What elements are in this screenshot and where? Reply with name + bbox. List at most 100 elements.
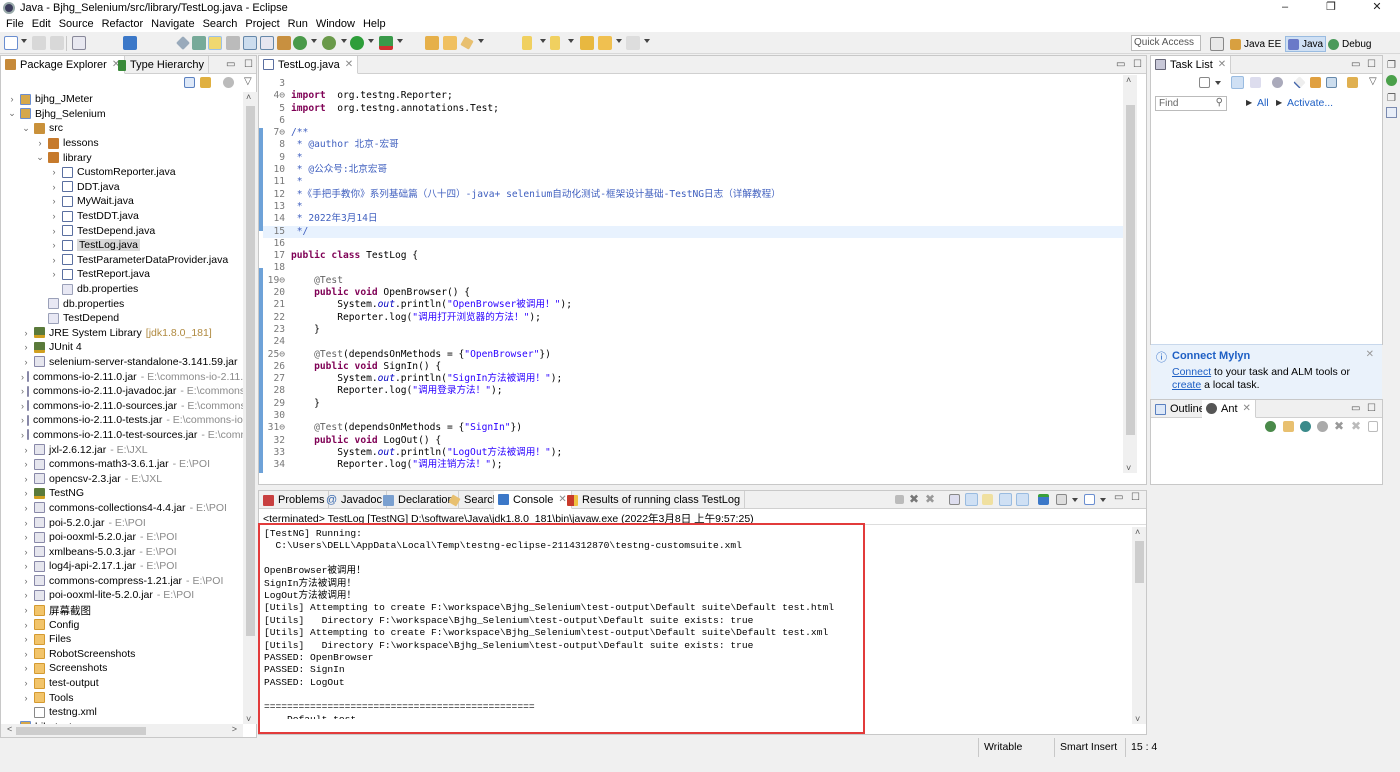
tree-item[interactable]: › jxl-2.6.12.jar - E:\JXL — [1, 442, 243, 457]
tab-console[interactable]: Console ✕ — [494, 491, 572, 509]
focus-on-task-icon[interactable] — [223, 77, 234, 88]
tree-item[interactable]: › RobotScreenshots — [1, 647, 243, 662]
code-line[interactable]: 11 * — [263, 176, 1131, 188]
code-line[interactable]: 12 *《手把手教你》系列基础篇（八十四）-java+ selenium自动化测… — [263, 189, 1131, 201]
new-dropdown-icon[interactable] — [21, 39, 27, 43]
view-menu-icon[interactable]: ▽ — [1369, 76, 1377, 87]
menu-refactor[interactable]: Refactor — [102, 18, 144, 30]
tree-item[interactable]: › opencsv-2.3.jar - E:\JXL — [1, 471, 243, 486]
code-line[interactable]: 13 * — [263, 201, 1131, 213]
restore-icon[interactable]: ❐ — [1387, 60, 1396, 71]
code-line[interactable]: 33 System.out.println("LogOut方法被调用！"); — [263, 447, 1131, 459]
connect-icon[interactable] — [1386, 75, 1397, 86]
restore-button[interactable]: ❐ — [1308, 0, 1354, 16]
tree-item[interactable]: › 屏幕截图 — [1, 603, 243, 618]
code-line[interactable]: 26 public void SignIn() { — [263, 361, 1131, 373]
console-output[interactable]: [TestNG] Running: C:\Users\DELL\AppData\… — [264, 528, 1126, 719]
activate-link[interactable]: Activate... — [1287, 97, 1333, 109]
open-folder-icon[interactable] — [443, 36, 457, 50]
chevron-right-icon[interactable]: › — [49, 269, 59, 279]
minimize-icon[interactable]: ▭ — [1114, 492, 1123, 503]
chevron-right-icon[interactable]: › — [21, 693, 31, 703]
view-menu-icon[interactable]: ▽ — [244, 76, 252, 87]
code-line[interactable]: 28 Reporter.log("调用登录方法！"); — [263, 385, 1131, 397]
chevron-right-icon[interactable]: › — [49, 226, 59, 236]
minimize-icon[interactable]: ▭ — [1116, 59, 1125, 70]
create-link[interactable]: create — [1172, 379, 1201, 391]
tree-item[interactable]: › log4j-api-2.17.1.jar - E:\POI — [1, 559, 243, 574]
collapse-all-icon[interactable] — [184, 77, 195, 88]
hide-completed-icon[interactable] — [1293, 76, 1306, 89]
tree-item[interactable]: › commons-io-2.11.0-sources.jar - E:\commo… — [1, 398, 243, 413]
external-tools-icon[interactable] — [379, 36, 393, 50]
tree-item[interactable]: › Tools — [1, 690, 243, 705]
code-line[interactable]: 18 — [263, 262, 1131, 274]
code-line[interactable]: 15 */ — [263, 225, 1131, 238]
chevron-right-icon[interactable]: › — [21, 547, 31, 557]
chevron-right-icon[interactable]: › — [49, 196, 59, 206]
tree-item[interactable]: › TestReport.java — [1, 267, 243, 282]
tree-item[interactable]: › JUnit 4 — [1, 340, 243, 355]
remove-icon[interactable]: ✖ — [1334, 419, 1344, 433]
connect-link[interactable]: Connect — [1172, 366, 1211, 378]
display-console-icon[interactable] — [1056, 494, 1067, 505]
open-project-icon[interactable] — [425, 36, 439, 50]
tab-ant[interactable]: Ant ✕ — [1202, 400, 1256, 418]
chevron-right-icon[interactable]: › — [21, 372, 24, 382]
pin-console-icon[interactable] — [1038, 494, 1049, 505]
menu-navigate[interactable]: Navigate — [151, 18, 194, 30]
scroll-left-icon[interactable]: < — [7, 724, 12, 734]
new-task-dropdown-icon[interactable] — [1215, 81, 1221, 85]
maximize-icon[interactable]: ☐ — [1367, 59, 1376, 70]
scheduled-icon[interactable] — [1250, 77, 1261, 88]
code-line[interactable]: 24 — [263, 336, 1131, 348]
scroll-up-icon[interactable]: ˄ — [1126, 75, 1131, 85]
synchronize-icon[interactable] — [1310, 77, 1321, 88]
code-line[interactable]: 16 — [263, 238, 1131, 250]
chevron-right-icon[interactable]: › — [21, 415, 24, 425]
remove-all-icon[interactable]: ✖ — [1351, 419, 1361, 433]
search-buildfile-icon[interactable] — [1283, 421, 1294, 432]
scroll-down-icon[interactable]: ˅ — [1135, 714, 1140, 724]
chevron-down-icon[interactable]: ⌄ — [35, 152, 45, 163]
close-button[interactable]: ✕ — [1354, 0, 1400, 16]
repository-icon[interactable] — [1347, 77, 1358, 88]
perspective-debug[interactable]: Debug — [1328, 36, 1371, 52]
chevron-right-icon[interactable]: › — [21, 678, 31, 688]
terminal-icon[interactable] — [123, 36, 137, 50]
last-edit-icon[interactable] — [580, 36, 594, 50]
focus-icon[interactable] — [1272, 77, 1283, 88]
chevron-right-icon[interactable]: › — [21, 663, 31, 673]
scroll-lock-icon[interactable] — [965, 493, 978, 506]
tree-item[interactable]: › CustomReporter.java — [1, 165, 243, 180]
minimize-button[interactable]: – — [1262, 0, 1308, 16]
insert-mode-status[interactable]: Smart Insert — [1060, 741, 1117, 753]
tree-item[interactable]: › JRE System Library [jdk1.8.0_181] — [1, 326, 243, 341]
open-console-dropdown-icon[interactable] — [1100, 498, 1106, 502]
open-type-icon[interactable] — [277, 36, 291, 50]
skip-breakpoints-icon[interactable] — [176, 36, 190, 50]
tree-item[interactable]: › poi-ooxml-5.2.0.jar - E:\POI — [1, 530, 243, 545]
tree-item[interactable]: › selenium-server-standalone-3.141.59.jar — [1, 355, 243, 370]
back-icon[interactable] — [598, 36, 612, 50]
tree-item[interactable]: › DDT.java — [1, 180, 243, 195]
scroll-up-icon[interactable]: ˄ — [1135, 527, 1140, 537]
tab-testlog-java[interactable]: TestLog.java ✕ — [259, 56, 359, 74]
code-line[interactable]: 14 * 2022年3月14日 — [263, 213, 1131, 225]
link-with-editor-icon[interactable] — [200, 77, 211, 88]
menu-source[interactable]: Source — [59, 18, 94, 30]
run-icon[interactable] — [350, 36, 364, 50]
mark-occurrences-icon[interactable] — [208, 36, 222, 50]
tab-package-explorer[interactable]: Package Explorer ✕ — [1, 56, 126, 74]
new-task-icon[interactable] — [1199, 77, 1210, 88]
chevron-right-icon[interactable]: › — [21, 357, 31, 367]
maximize-icon[interactable]: ☐ — [244, 59, 253, 70]
chevron-right-icon[interactable]: › — [21, 430, 24, 440]
save-all-icon[interactable] — [50, 36, 64, 50]
tab-javadoc[interactable]: @ Javadoc — [322, 491, 387, 509]
show-whitespace-icon[interactable] — [260, 36, 274, 50]
show-selected-element-icon[interactable] — [243, 36, 257, 50]
scroll-thumb[interactable] — [1126, 105, 1135, 435]
code-line[interactable]: 5 import org.testng.annotations.Test; — [263, 103, 1131, 115]
toggle-breadcrumb-icon[interactable] — [192, 36, 206, 50]
